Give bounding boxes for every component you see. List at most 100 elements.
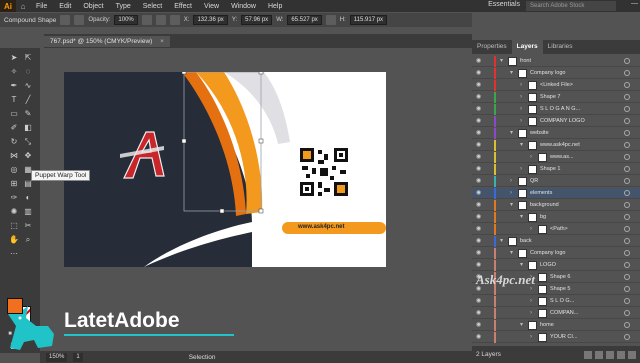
visibility-eye-icon[interactable]: ◉ (476, 226, 484, 232)
layer-row[interactable]: ◉ › COMPANY LOGO (472, 116, 640, 127)
chevron-down-icon[interactable]: ▾ (500, 57, 506, 66)
layer-row[interactable]: ◉ › COMPAN... (472, 308, 640, 319)
selection-tool-icon[interactable]: ➤ (8, 52, 20, 63)
zoom-tool-icon[interactable]: ⌕ (22, 234, 34, 245)
menu-file[interactable]: File (30, 3, 53, 10)
target-circle-icon[interactable] (624, 250, 630, 256)
target-circle-icon[interactable] (624, 322, 630, 328)
slice-tool-icon[interactable]: ✂ (22, 220, 34, 231)
target-circle-icon[interactable] (624, 106, 630, 112)
target-circle-icon[interactable] (624, 70, 630, 76)
target-circle-icon[interactable] (624, 334, 630, 340)
chevron-down-icon[interactable]: ▾ (510, 129, 516, 138)
scale-tool-icon[interactable]: ⤡ (22, 136, 34, 147)
chevron-right-icon[interactable]: › (510, 177, 516, 186)
target-circle-icon[interactable] (624, 226, 630, 232)
visibility-eye-icon[interactable]: ◉ (476, 334, 484, 340)
chevron-right-icon[interactable]: › (520, 81, 526, 90)
workspace-switcher[interactable]: Essentials (488, 1, 520, 8)
visibility-eye-icon[interactable]: ◉ (476, 58, 484, 64)
height-field[interactable]: 115.917 px (349, 15, 388, 25)
tab-properties[interactable]: Properties (472, 40, 512, 54)
search-icon[interactable] (595, 350, 603, 359)
visibility-eye-icon[interactable]: ◉ (476, 262, 484, 268)
target-circle-icon[interactable] (624, 166, 630, 172)
layer-row[interactable]: ◉ ▾ www.ask4pc.net (472, 140, 640, 151)
rectangle-tool-icon[interactable]: ▭ (8, 108, 20, 119)
edit-toolbar-icon[interactable]: ⋯ (8, 248, 20, 259)
visibility-eye-icon[interactable]: ◉ (476, 178, 484, 184)
layer-row[interactable]: ◉ › YOUR CI... (472, 332, 640, 343)
layer-row[interactable]: ◉ ▾ home (472, 320, 640, 331)
target-circle-icon[interactable] (624, 118, 630, 124)
hand-tool-icon[interactable]: ✋ (8, 234, 20, 245)
target-circle-icon[interactable] (624, 202, 630, 208)
blend-tool-icon[interactable]: ◐ (22, 192, 34, 203)
chevron-right-icon[interactable]: › (520, 117, 526, 126)
visibility-eye-icon[interactable]: ◉ (476, 238, 484, 244)
layer-row[interactable]: ◉ ▾ Company logo (472, 248, 640, 259)
link-icon[interactable] (325, 15, 336, 25)
visibility-eye-icon[interactable]: ◉ (476, 70, 484, 76)
target-circle-icon[interactable] (624, 82, 630, 88)
stroke-swatch-icon[interactable] (74, 15, 85, 25)
layer-row[interactable]: ◉ › elements (472, 188, 640, 199)
layer-row[interactable]: ◉ ▾ bg (472, 212, 640, 223)
visibility-eye-icon[interactable]: ◉ (476, 250, 484, 256)
chevron-down-icon[interactable]: ▾ (510, 69, 516, 78)
target-circle-icon[interactable] (624, 298, 630, 304)
visibility-eye-icon[interactable]: ◉ (476, 322, 484, 328)
target-circle-icon[interactable] (624, 262, 630, 268)
width-field[interactable]: 65.527 px (287, 15, 322, 25)
target-circle-icon[interactable] (624, 274, 630, 280)
menu-effect[interactable]: Effect (168, 3, 198, 10)
chevron-right-icon[interactable]: › (530, 297, 536, 306)
visibility-eye-icon[interactable]: ◉ (476, 190, 484, 196)
target-circle-icon[interactable] (624, 190, 630, 196)
layer-row[interactable]: ◉ ▾ LOGO (472, 260, 640, 271)
layer-row[interactable]: ◉ › <Path> (472, 224, 640, 235)
layer-row[interactable]: ◉ › Shape 1 (472, 164, 640, 175)
menu-view[interactable]: View (198, 3, 225, 10)
rotate-tool-icon[interactable]: ↻ (8, 136, 20, 147)
menu-help[interactable]: Help (262, 3, 288, 10)
chevron-right-icon[interactable]: › (530, 333, 536, 342)
visibility-eye-icon[interactable]: ◉ (476, 310, 484, 316)
layer-row[interactable]: ◉ ▾ background (472, 200, 640, 211)
visibility-eye-icon[interactable]: ◉ (476, 154, 484, 160)
target-circle-icon[interactable] (624, 94, 630, 100)
visibility-eye-icon[interactable]: ◉ (476, 118, 484, 124)
pen-tool-icon[interactable]: ✒ (8, 80, 20, 91)
visibility-eye-icon[interactable]: ◉ (476, 130, 484, 136)
layer-row[interactable]: ◉ › S L O G A N G... (472, 104, 640, 115)
visibility-eye-icon[interactable]: ◉ (476, 82, 484, 88)
chevron-right-icon[interactable]: › (530, 309, 536, 318)
layer-row[interactable]: ◉ ▾ back (472, 236, 640, 247)
tab-libraries[interactable]: Libraries (543, 40, 578, 54)
chevron-down-icon[interactable]: ▾ (520, 321, 526, 330)
document-tab[interactable]: 767.psd* @ 150% (CMYK/Preview) × (44, 36, 170, 47)
layer-row[interactable]: ◉ › S L O G... (472, 296, 640, 307)
width-tool-icon[interactable]: ⋈ (8, 150, 20, 161)
graph-tool-icon[interactable]: ▥ (22, 206, 34, 217)
visibility-eye-icon[interactable]: ◉ (476, 106, 484, 112)
paintbrush-tool-icon[interactable]: ✎ (22, 108, 34, 119)
chevron-right-icon[interactable]: › (510, 189, 516, 198)
chevron-right-icon[interactable]: › (530, 225, 536, 234)
fill-swatch-icon[interactable] (60, 15, 71, 25)
opacity-field[interactable]: 100% (114, 15, 138, 25)
eyedropper-tool-icon[interactable]: ✑ (8, 192, 20, 203)
target-circle-icon[interactable] (624, 286, 630, 292)
export-icon[interactable] (584, 350, 592, 359)
chevron-right-icon[interactable]: › (520, 165, 526, 174)
artboard-tool-icon[interactable]: ⬚ (8, 220, 20, 231)
layer-row[interactable]: ◉ ▾ front (472, 56, 640, 67)
symbol-sprayer-tool-icon[interactable]: ✺ (8, 206, 20, 217)
menu-edit[interactable]: Edit (53, 3, 77, 10)
line-tool-icon[interactable]: ╱ (22, 94, 34, 105)
menu-window[interactable]: Window (225, 3, 262, 10)
layer-row[interactable]: ◉ › www.as... (472, 152, 640, 163)
fill-color-swatch[interactable] (7, 298, 23, 314)
chevron-down-icon[interactable]: ▾ (510, 201, 516, 210)
layer-row[interactable]: ◉ › QR (472, 176, 640, 187)
